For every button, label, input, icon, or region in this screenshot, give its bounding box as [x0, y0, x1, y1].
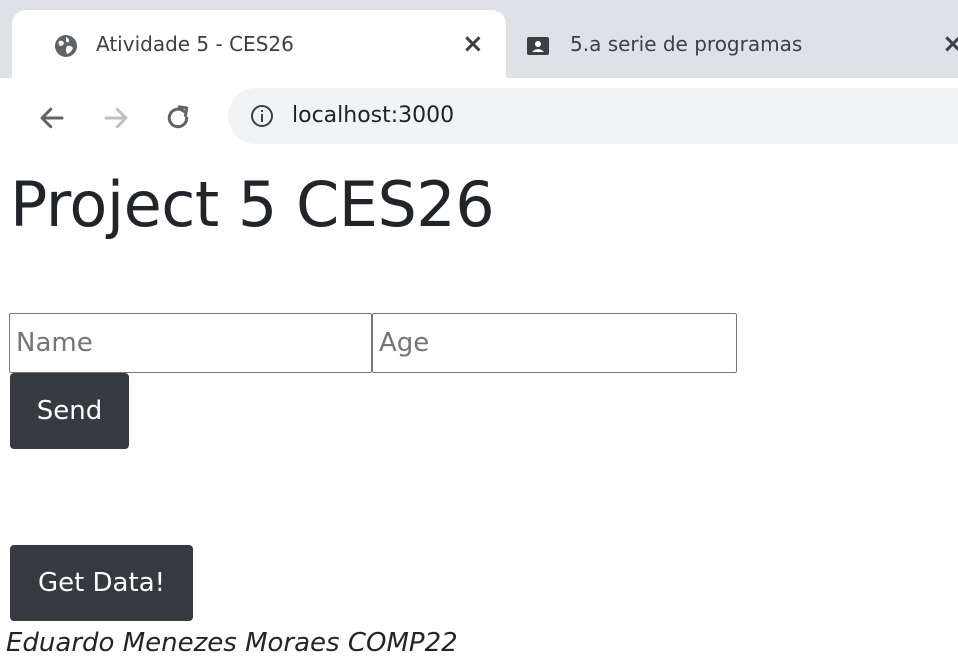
browser-tabstrip: Atividade 5 - CES26 × 5.a serie de progr…: [0, 0, 958, 78]
age-input[interactable]: [372, 313, 737, 373]
reload-button[interactable]: [158, 98, 198, 138]
page-title: Project 5 CES26: [10, 168, 495, 241]
tab-title: 5.a serie de programas: [570, 32, 803, 56]
page-content: Project 5 CES26 Send Get Data! Eduardo M…: [0, 152, 958, 660]
back-arrow-icon: [40, 107, 64, 129]
reload-icon: [167, 105, 189, 129]
close-icon[interactable]: ×: [942, 30, 958, 58]
close-icon[interactable]: ×: [462, 30, 484, 58]
globe-icon: [54, 34, 78, 58]
forward-button[interactable]: [96, 98, 136, 138]
address-url: localhost:3000: [292, 103, 455, 128]
name-input[interactable]: [9, 313, 372, 373]
tab-title: Atividade 5 - CES26: [96, 32, 294, 56]
tab-serie-programas[interactable]: 5.a serie de programas ×: [506, 10, 958, 78]
browser-toolbar: localhost:3000: [0, 78, 958, 153]
back-button[interactable]: [32, 98, 72, 138]
classroom-icon: [526, 34, 550, 58]
address-bar[interactable]: localhost:3000: [228, 88, 958, 144]
tab-atividade-5[interactable]: Atividade 5 - CES26 ×: [12, 10, 506, 78]
get-data-button[interactable]: Get Data!: [10, 545, 193, 621]
author-credit: Eduardo Menezes Moraes COMP22: [6, 628, 458, 658]
forward-arrow-icon: [104, 107, 128, 129]
info-icon[interactable]: [250, 104, 274, 128]
send-button[interactable]: Send: [10, 373, 129, 449]
